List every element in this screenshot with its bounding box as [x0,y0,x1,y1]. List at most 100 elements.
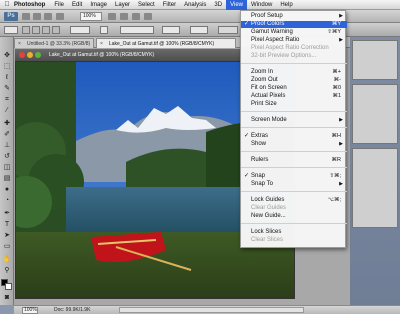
tab-label: Untitled-1 @ 33.3% (RGB/8) [27,41,91,47]
menu-item-screen-mode[interactable]: Screen Mode ▶ [241,117,347,124]
menu-item-fit-on-screen[interactable]: Fit on Screen ⌘0 [241,85,347,92]
mini-bridge-icon[interactable] [33,13,41,20]
horizontal-scrollbar[interactable] [119,307,304,313]
eyedropper-tool-icon[interactable]: ⁄ [2,106,12,115]
menu-item-clear-slices: Clear Slices [251,237,284,243]
layers-panel[interactable] [352,148,398,228]
feather-field[interactable] [70,26,90,34]
menu-item-lock-slices[interactable]: Lock Slices [241,229,347,236]
style-select[interactable] [120,26,154,34]
zoom-tool-icon[interactable]: ⚲ [2,266,12,275]
close-icon[interactable]: × [100,42,104,47]
menu-item-proof-setup[interactable]: Proof Setup ▶ [241,13,347,20]
checkmark-icon: ✓ [244,133,250,139]
zoom-tool-icon[interactable] [56,13,64,20]
menu-view[interactable]: View [226,0,247,10]
menu-separator [241,191,347,192]
menu-item-print-size[interactable]: Print Size [241,101,347,108]
bridge-icon[interactable] [22,13,30,20]
adjustments-panel[interactable] [352,84,398,144]
menu-item-snap[interactable]: ✓ Snap ⇧⌘; [241,173,347,180]
dodge-tool-icon[interactable]: ◔ [2,196,12,205]
anti-alias-checkbox[interactable] [100,26,108,34]
menu-item-gamut-warning[interactable]: Gamut Warning ⇧⌘Y [241,29,347,36]
marquee-tool-icon[interactable]: ⬚ [2,62,12,71]
document-size-info[interactable]: Doc: 99.9K/1.9K [54,306,90,314]
menu-separator [241,63,347,64]
crop-tool-icon[interactable]: ⌗ [2,95,12,104]
menu-item-pixel-aspect-ratio[interactable]: Pixel Aspect Ratio ▶ [241,37,347,44]
quick-selection-tool-icon[interactable]: ✎ [2,84,12,93]
menu-item-new-guide[interactable]: New Guide... [241,213,347,220]
zoom-level-field[interactable]: 100% [80,12,102,21]
intersect-selection-icon[interactable] [52,26,60,34]
apple-menu-icon[interactable]:  [0,1,14,8]
height-field[interactable] [190,26,208,34]
clone-stamp-tool-icon[interactable]: ⊥ [2,141,12,150]
menu-edit[interactable]: Edit [68,0,86,10]
tool-preset-picker[interactable] [4,26,18,34]
submenu-arrow-icon: ▶ [339,13,343,19]
width-field[interactable] [162,26,180,34]
menu-item-rulers[interactable]: Rulers ⌘R [241,157,347,164]
menu-separator [241,167,347,168]
menu-item-32-bit-preview-options: 32-bit Preview Options... [251,53,317,59]
app-menu-photoshop[interactable]: Photoshop [14,2,45,8]
background-color-swatch[interactable] [5,283,12,290]
add-selection-icon[interactable] [32,26,40,34]
gradient-tool-icon[interactable]: ▤ [2,174,12,183]
refine-edge-button[interactable] [218,26,238,34]
view-menu-dropdown: Proof Setup ▶ ✓ Proof Colors ⌘Y Gamut Wa… [240,10,347,248]
arrange-documents-icon[interactable] [132,13,140,20]
blur-tool-icon[interactable]: ● [2,185,12,194]
tab-lake-out-at-gamut[interactable]: × Lake_Out at Gamut.tif @ 100% (RGB/8/CM… [96,38,236,48]
healing-brush-tool-icon[interactable]: ✚ [2,119,12,128]
quick-mask-icon[interactable]: ◙ [2,293,12,302]
menu-item-lock-guides[interactable]: Lock Guides ⌥⌘; [241,197,347,204]
move-tool-icon[interactable]: ✥ [2,51,12,60]
menu-item-pixel-aspect-ratio-correction: Pixel Aspect Ratio Correction [251,45,329,51]
menu-item-show[interactable]: Show ▶ [241,141,347,148]
checkmark-icon: ✓ [244,21,250,27]
rotate-view-icon[interactable] [120,13,128,20]
path-selection-tool-icon[interactable]: ➤ [2,231,12,240]
submenu-arrow-icon: ▶ [339,37,343,43]
close-icon[interactable]: × [18,42,22,47]
pen-tool-icon[interactable]: ✒ [2,209,12,218]
menu-filter[interactable]: Filter [159,0,180,10]
hand-icon[interactable] [108,13,116,20]
menu-item-snap-to[interactable]: Snap To ▶ [241,181,347,188]
menu-help[interactable]: Help [276,0,296,10]
history-brush-tool-icon[interactable]: ↺ [2,152,12,161]
zoom-field[interactable]: 100% [22,307,38,314]
minimize-window-icon[interactable] [27,52,33,58]
submenu-arrow-icon: ▶ [339,117,343,123]
brush-tool-icon[interactable]: ✐ [2,130,12,139]
new-selection-icon[interactable] [22,26,30,34]
color-panel[interactable] [352,40,398,80]
menu-item-extras[interactable]: ✓ Extras ⌘H [241,133,347,140]
menu-select[interactable]: Select [134,0,159,10]
close-window-icon[interactable] [19,52,25,58]
menu-analysis[interactable]: Analysis [180,0,210,10]
tab-untitled-1[interactable]: × Untitled-1 @ 33.3% (RGB/8) [14,38,94,48]
type-tool-icon[interactable]: T [2,220,12,229]
menu-item-zoom-out[interactable]: Zoom Out ⌘- [241,77,347,84]
menu-file[interactable]: File [50,0,68,10]
hand-tool-icon[interactable]: ✋ [2,255,12,264]
screen-mode-icon[interactable] [144,13,152,20]
subtract-selection-icon[interactable] [42,26,50,34]
menu-image[interactable]: Image [86,0,111,10]
menu-item-proof-colors[interactable]: ✓ Proof Colors ⌘Y [241,21,347,28]
menu-item-zoom-in[interactable]: Zoom In ⌘+ [241,69,347,76]
menu-window[interactable]: Window [247,0,276,10]
menu-3d[interactable]: 3D [210,0,226,10]
shape-tool-icon[interactable]: ▭ [2,242,12,251]
menu-item-actual-pixels[interactable]: Actual Pixels ⌘1 [241,93,347,100]
menu-separator [241,223,347,224]
menu-layer[interactable]: Layer [111,0,134,10]
zoom-window-icon[interactable] [35,52,41,58]
guides-icon[interactable] [44,13,52,20]
eraser-tool-icon[interactable]: ◫ [2,163,12,172]
lasso-tool-icon[interactable]: ℓ [2,73,12,82]
